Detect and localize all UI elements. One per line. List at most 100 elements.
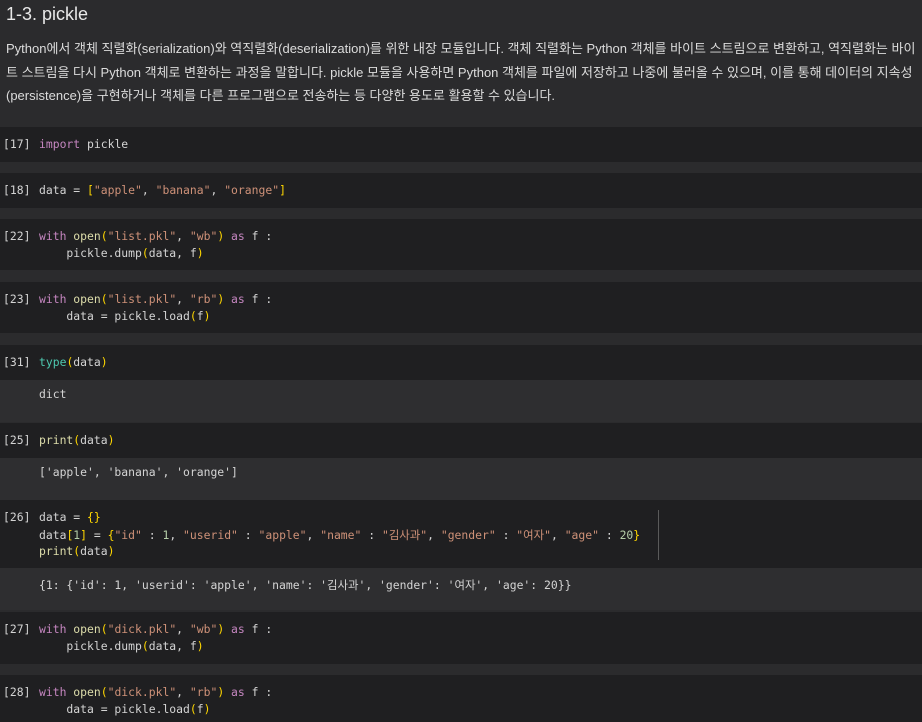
code-token: "apple" bbox=[93, 183, 142, 197]
code-token: f : bbox=[244, 292, 273, 306]
code-cell[interactable]: [23] with open("list.pkl", "rb") as f : d… bbox=[0, 282, 922, 333]
code-token: ) bbox=[196, 639, 204, 653]
code-cell[interactable]: [31] type(data) bbox=[0, 345, 922, 380]
execution-count: [22] bbox=[3, 229, 31, 243]
output-text: {1: {'id': 1, 'userid': 'apple', 'name':… bbox=[39, 578, 572, 592]
code-token: ) bbox=[196, 246, 204, 260]
code-line[interactable]: data = {} bbox=[39, 510, 101, 524]
code-token: open bbox=[73, 685, 101, 699]
code-cell[interactable]: [22] with open("list.pkl", "wb") as f : p… bbox=[0, 219, 922, 270]
code-token: "age" bbox=[564, 528, 599, 542]
code-line[interactable]: data = pickle.load(f) bbox=[39, 702, 210, 716]
code-line[interactable]: import pickle bbox=[39, 137, 128, 151]
code-token: ] bbox=[279, 183, 286, 197]
code-token: ( bbox=[189, 309, 197, 323]
code-token: "dick.pkl" bbox=[107, 622, 177, 636]
code-token: with bbox=[39, 292, 67, 306]
code-token: "rb" bbox=[189, 685, 218, 699]
code-token: "name" bbox=[320, 528, 362, 542]
code-line[interactable]: with open("list.pkl", "rb") as f : bbox=[39, 292, 272, 306]
code-token: ( bbox=[141, 246, 149, 260]
code-token: data = pickle.load bbox=[39, 309, 190, 323]
code-token: "rb" bbox=[189, 292, 218, 306]
code-token: ) bbox=[100, 355, 108, 369]
code-line[interactable]: with open("list.pkl", "wb") as f : bbox=[39, 229, 272, 243]
code-token: import bbox=[39, 137, 81, 151]
code-line[interactable]: with open("dick.pkl", "rb") as f : bbox=[39, 685, 272, 699]
code-token: data bbox=[80, 544, 108, 558]
output-cell: dict bbox=[0, 380, 922, 422]
code-token: data = bbox=[39, 510, 88, 524]
code-line[interactable]: type(data) bbox=[39, 355, 108, 369]
code-line[interactable]: print(data) bbox=[39, 433, 114, 447]
markdown-heading: 1-3. pickle bbox=[6, 4, 89, 24]
code-token: "김사과" bbox=[381, 528, 428, 542]
code-token: with bbox=[39, 229, 67, 243]
code-token: 20 bbox=[619, 528, 634, 542]
code-token: ) bbox=[203, 702, 211, 716]
code-token: data, f bbox=[148, 246, 197, 260]
code-token: , bbox=[176, 229, 190, 243]
code-token: "list.pkl" bbox=[107, 229, 177, 243]
code-token: "wb" bbox=[189, 622, 218, 636]
code-token: ( bbox=[100, 622, 108, 636]
execution-count: [25] bbox=[3, 433, 31, 447]
code-token: f bbox=[196, 309, 204, 323]
execution-count: [18] bbox=[3, 183, 31, 197]
code-cell[interactable]: [28] with open("dick.pkl", "rb") as f : d… bbox=[0, 675, 922, 722]
code-token: , bbox=[427, 528, 441, 542]
code-token: ( bbox=[189, 702, 197, 716]
code-token: data = bbox=[39, 183, 88, 197]
code-cell[interactable]: [25] print(data) bbox=[0, 423, 922, 458]
code-token: ( bbox=[100, 229, 108, 243]
code-cell[interactable]: [18] data = ["apple", "banana", "orange"] bbox=[0, 173, 922, 208]
code-token: ) bbox=[107, 433, 115, 447]
code-token: [ bbox=[87, 183, 94, 197]
code-token: print bbox=[39, 544, 74, 558]
code-token: ( bbox=[100, 685, 108, 699]
code-token: open bbox=[73, 229, 101, 243]
code-token: , bbox=[141, 183, 156, 197]
code-token: "여자" bbox=[516, 528, 551, 542]
execution-count: [17] bbox=[3, 137, 31, 151]
code-token: ) bbox=[107, 544, 115, 558]
code-line[interactable]: data = ["apple", "banana", "orange"] bbox=[39, 183, 286, 197]
code-token: as bbox=[231, 292, 245, 306]
code-token: "gender" bbox=[440, 528, 496, 542]
code-token: data = pickle.load bbox=[39, 702, 190, 716]
execution-count: [23] bbox=[3, 292, 31, 306]
code-token: pickle bbox=[80, 137, 129, 151]
code-line[interactable]: pickle.dump(data, f) bbox=[39, 639, 204, 653]
code-token: "apple" bbox=[258, 528, 307, 542]
code-token: ( bbox=[100, 292, 108, 306]
code-line[interactable]: with open("dick.pkl", "wb") as f : bbox=[39, 622, 272, 636]
code-cell[interactable]: [17] import pickle bbox=[0, 127, 922, 162]
code-line[interactable]: pickle.dump(data, f) bbox=[39, 246, 204, 260]
code-token: "id" bbox=[114, 528, 142, 542]
output-text: ['apple', 'banana', 'orange'] bbox=[39, 465, 238, 479]
code-line[interactable]: print(data) bbox=[39, 544, 114, 558]
code-cell[interactable]: [26] data = {} data[1] = {"id" : 1, "useri… bbox=[0, 500, 922, 568]
code-token: data bbox=[73, 355, 101, 369]
code-token: open bbox=[73, 622, 101, 636]
execution-count: [26] bbox=[3, 510, 31, 524]
code-cell[interactable]: [27] with open("dick.pkl", "wb") as f : p… bbox=[0, 612, 922, 664]
code-line[interactable]: data = pickle.load(f) bbox=[39, 309, 210, 323]
code-line[interactable]: data[1] = {"id" : 1, "userid" : "apple",… bbox=[39, 527, 640, 543]
code-token: f : bbox=[244, 622, 273, 636]
code-token: , bbox=[176, 622, 190, 636]
code-token: data bbox=[80, 433, 108, 447]
code-token: ) bbox=[203, 309, 211, 323]
code-token: } bbox=[633, 528, 641, 542]
code-token: pickle.dump bbox=[39, 639, 142, 653]
code-token: ( bbox=[141, 639, 149, 653]
code-token: : bbox=[237, 528, 259, 542]
code-token: , bbox=[169, 528, 184, 542]
code-token: f : bbox=[244, 685, 273, 699]
code-token: as bbox=[231, 229, 245, 243]
code-token: , bbox=[210, 183, 225, 197]
code-token: , bbox=[176, 685, 190, 699]
column-guide bbox=[658, 510, 659, 560]
code-token: type bbox=[39, 355, 67, 369]
code-token: with bbox=[39, 685, 67, 699]
